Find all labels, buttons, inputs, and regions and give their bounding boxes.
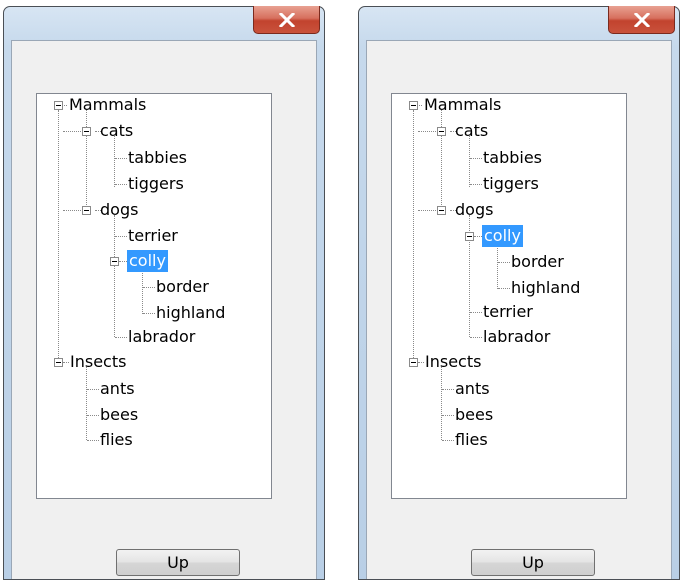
tree-node-colly[interactable]: colly xyxy=(127,250,168,272)
tree-connector xyxy=(469,136,470,187)
tree-node-highland[interactable]: highland xyxy=(509,277,582,299)
tree-view[interactable]: Mammals cats tabbies tiggers dogs colly … xyxy=(391,93,627,499)
tree-node-labrador[interactable]: labrador xyxy=(126,326,197,348)
collapse-icon[interactable] xyxy=(409,101,418,110)
collapse-icon[interactable] xyxy=(54,358,63,367)
up-button[interactable]: Up xyxy=(471,549,595,576)
dialog-window-right: Mammals cats tabbies tiggers dogs colly … xyxy=(358,6,680,580)
tree-node-dogs[interactable]: dogs xyxy=(98,199,140,221)
tree-node-terrier[interactable]: terrier xyxy=(481,301,535,323)
collapse-icon[interactable] xyxy=(82,206,91,215)
tree-connector xyxy=(418,131,436,132)
tree-node-cats[interactable]: cats xyxy=(453,120,490,142)
tree-connector xyxy=(497,241,498,289)
dialog-window-left: Mammals cats tabbies tiggers dogs terrie… xyxy=(3,6,325,580)
tree-node-flies[interactable]: flies xyxy=(98,429,135,451)
tree-node-border[interactable]: border xyxy=(154,276,211,298)
tree-node-insects[interactable]: Insects xyxy=(68,351,128,373)
collapse-icon[interactable] xyxy=(110,257,119,266)
close-button[interactable] xyxy=(608,6,675,34)
tree-connector xyxy=(86,110,87,211)
tree-connector xyxy=(142,266,143,314)
tree-node-labrador[interactable]: labrador xyxy=(481,326,552,348)
close-icon xyxy=(278,12,295,27)
tree-connector xyxy=(58,110,59,362)
tree-node-ants[interactable]: ants xyxy=(98,378,137,400)
tree-connector xyxy=(63,210,81,211)
collapse-icon[interactable] xyxy=(54,101,63,110)
up-button[interactable]: Up xyxy=(116,549,240,576)
collapse-icon[interactable] xyxy=(409,358,418,367)
tree-node-border[interactable]: border xyxy=(509,251,566,273)
tree-view[interactable]: Mammals cats tabbies tiggers dogs terrie… xyxy=(36,93,272,499)
collapse-icon[interactable] xyxy=(82,127,91,136)
collapse-icon[interactable] xyxy=(437,206,446,215)
dialog-client-area: Mammals cats tabbies tiggers dogs terrie… xyxy=(11,40,317,579)
tree-node-ants[interactable]: ants xyxy=(453,378,492,400)
tree-node-colly[interactable]: colly xyxy=(482,225,523,247)
tree-node-flies[interactable]: flies xyxy=(453,429,490,451)
tree-connector xyxy=(441,367,442,440)
tree-connector xyxy=(441,110,442,211)
collapse-icon[interactable] xyxy=(437,127,446,136)
tree-node-tiggers[interactable]: tiggers xyxy=(481,173,541,195)
tree-connector xyxy=(63,131,81,132)
tree-node-mammals[interactable]: Mammals xyxy=(67,94,148,116)
tree-node-mammals[interactable]: Mammals xyxy=(422,94,503,116)
tree-node-tabbies[interactable]: tabbies xyxy=(126,147,189,169)
tree-node-cats[interactable]: cats xyxy=(98,120,135,142)
tree-node-insects[interactable]: Insects xyxy=(423,351,483,373)
tree-node-dogs[interactable]: dogs xyxy=(453,199,495,221)
tree-connector xyxy=(413,110,414,362)
tree-connector xyxy=(418,210,436,211)
tree-node-tiggers[interactable]: tiggers xyxy=(126,173,186,195)
tree-node-bees[interactable]: bees xyxy=(453,404,495,426)
close-icon xyxy=(633,12,650,27)
tree-node-highland[interactable]: highland xyxy=(154,302,227,324)
collapse-icon[interactable] xyxy=(465,232,474,241)
dialog-client-area: Mammals cats tabbies tiggers dogs colly … xyxy=(366,40,672,579)
tree-connector xyxy=(114,215,115,337)
tree-connector xyxy=(86,367,87,440)
tree-connector xyxy=(114,136,115,187)
close-button[interactable] xyxy=(253,6,320,34)
tree-node-bees[interactable]: bees xyxy=(98,404,140,426)
tree-node-terrier[interactable]: terrier xyxy=(126,225,180,247)
tree-node-tabbies[interactable]: tabbies xyxy=(481,147,544,169)
